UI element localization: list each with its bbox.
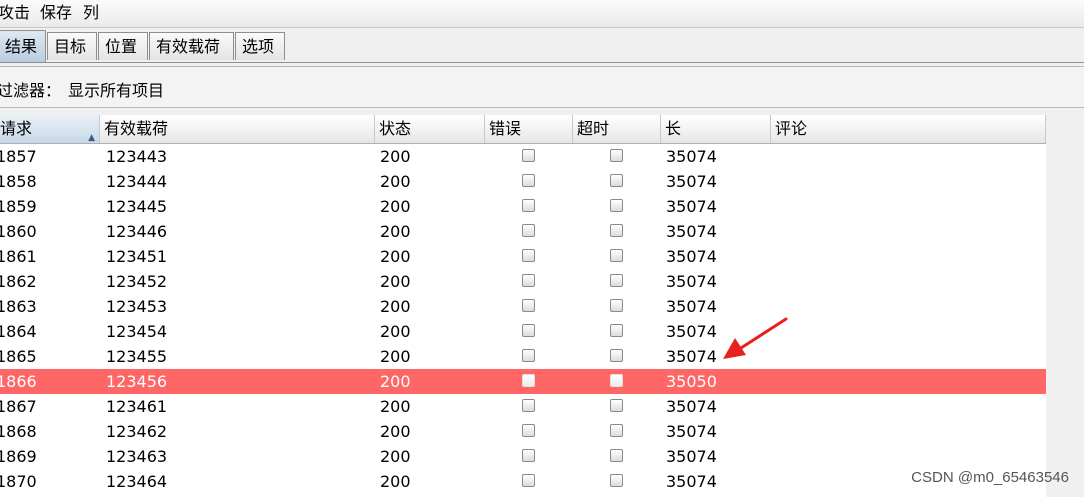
watermark: CSDN @m0_65463546 [911, 469, 1069, 486]
red-arrow-icon [723, 317, 788, 359]
